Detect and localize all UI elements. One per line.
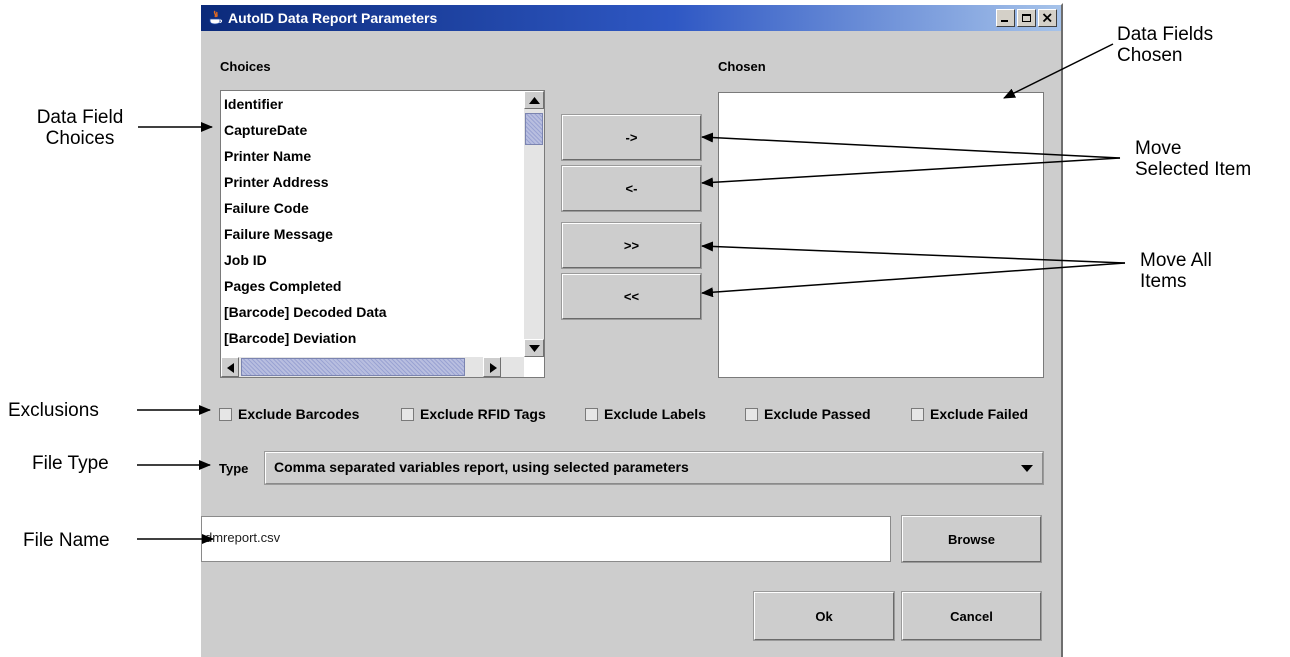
arrow-move-all-2 xyxy=(701,262,1126,298)
arrow-data-fields-chosen xyxy=(1003,43,1114,99)
arrow-move-selected-2 xyxy=(701,157,1121,188)
annotation-arrows xyxy=(137,43,1126,544)
arrow-move-selected-1 xyxy=(701,132,1121,159)
arrow-move-all-1 xyxy=(701,241,1126,264)
